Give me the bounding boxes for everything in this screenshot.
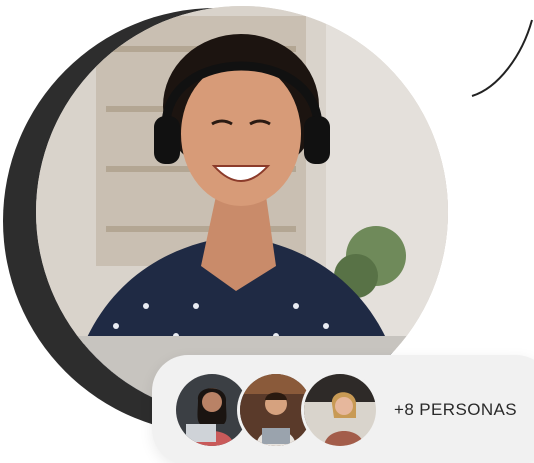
avatar[interactable] (176, 374, 248, 446)
hero-visual: +8 PERSONAS (0, 0, 534, 463)
more-participants-label: +8 PERSONAS (394, 400, 517, 419)
woman-in-office-icon (304, 374, 376, 446)
avatar[interactable] (240, 374, 312, 446)
avatar-group (176, 374, 376, 446)
woman-with-laptop-icon (176, 374, 248, 446)
participants-card[interactable]: +8 PERSONAS (152, 355, 534, 463)
avatar[interactable] (304, 374, 376, 446)
decor-curve-icon (471, 19, 533, 97)
man-at-desk-icon (240, 374, 312, 446)
